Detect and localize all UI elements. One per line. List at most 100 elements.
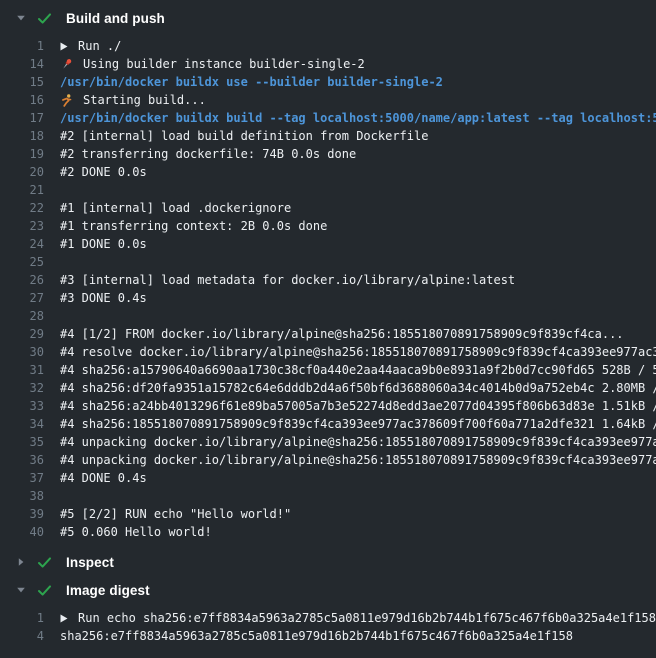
section-title: Build and push <box>66 11 165 26</box>
log-line: 26 #3 [internal] load metadata for docker… <box>0 271 656 289</box>
line-number[interactable]: 21 <box>0 181 44 199</box>
log-text: Starting build... <box>83 91 206 109</box>
log-output-text: Run ./ <box>60 37 656 55</box>
log-line: 34#4 sha256:185518070891758909c9f839cf4c… <box>0 415 656 433</box>
log-text: #4 DONE 0.4s <box>60 469 147 487</box>
section-build-and-push: Build and push 1 Run ./ 14 Using builder ins… <box>0 0 656 548</box>
line-number[interactable]: 32 <box>0 379 44 397</box>
log-output-text: #4 sha256:df20fa9351a15782c64e6dddb2d4a6… <box>60 379 656 397</box>
line-number[interactable]: 19 <box>0 145 44 163</box>
pushpin-icon <box>60 58 74 71</box>
log-output-text: #2 DONE 0.0s <box>60 163 656 181</box>
log-text: #2 transferring dockerfile: 74B 0.0s don… <box>60 145 356 163</box>
log-text: #2 [internal] load build definition from… <box>60 127 428 145</box>
log-line: 35 #4 unpacking docker.io/library/alpine@… <box>0 433 656 451</box>
section-image-digest: Image digest 1Run echo sha256:e7ff8834a59… <box>0 576 656 652</box>
line-number[interactable]: 18 <box>0 127 44 145</box>
check-success-icon <box>37 11 52 26</box>
play-icon[interactable] <box>60 42 68 51</box>
log-line: 18 #2 [internal] load build definition fr… <box>0 127 656 145</box>
log-command-text: /usr/bin/docker buildx use --builder bui… <box>60 73 656 91</box>
line-number[interactable]: 1 <box>0 37 44 55</box>
log-output-text: #5 [2/2] RUN echo "Hello world!" <box>60 505 656 523</box>
chevron-down-icon <box>16 585 26 595</box>
line-number[interactable]: 36 <box>0 451 44 469</box>
line-number[interactable]: 26 <box>0 271 44 289</box>
line-number[interactable]: 23 <box>0 217 44 235</box>
line-number[interactable]: 20 <box>0 163 44 181</box>
log-output-text <box>60 253 656 271</box>
log-output-text <box>60 181 656 199</box>
log-line: 23#1 transferring context: 2B 0.0s done <box>0 217 656 235</box>
section-title: Image digest <box>66 583 150 598</box>
log-line: 20 #2 DONE 0.0s <box>0 163 656 181</box>
log-text: /usr/bin/docker buildx build --tag local… <box>60 109 656 127</box>
log-output-text: #3 DONE 0.4s <box>60 289 656 307</box>
line-number[interactable]: 37 <box>0 469 44 487</box>
line-number[interactable]: 29 <box>0 325 44 343</box>
line-number[interactable]: 30 <box>0 343 44 361</box>
line-number[interactable]: 28 <box>0 307 44 325</box>
log-output-text: #4 sha256:a15790640a6690aa1730c38cf0a440… <box>60 361 656 379</box>
log-output-text: #2 [internal] load build definition from… <box>60 127 656 145</box>
log-text: #4 sha256:df20fa9351a15782c64e6dddb2d4a6… <box>60 379 656 397</box>
check-success-icon <box>37 583 52 598</box>
line-number[interactable]: 34 <box>0 415 44 433</box>
log-line: 36 #4 unpacking docker.io/library/alpine@… <box>0 451 656 469</box>
log-line: 30#4 resolve docker.io/library/alpine@sh… <box>0 343 656 361</box>
log-output-text: #1 DONE 0.0s <box>60 235 656 253</box>
play-icon[interactable] <box>60 614 68 623</box>
line-number[interactable]: 38 <box>0 487 44 505</box>
line-number[interactable]: 14 <box>0 55 44 73</box>
log-command-text: /usr/bin/docker buildx build --tag local… <box>60 109 656 127</box>
line-number[interactable]: 39 <box>0 505 44 523</box>
line-number[interactable]: 35 <box>0 433 44 451</box>
log-line: 38 <box>0 487 656 505</box>
log-output-text <box>60 307 656 325</box>
section-header-build-and-push[interactable]: Build and push <box>0 4 656 32</box>
log-text: Run ./ <box>78 37 121 55</box>
log-line: 16 Starting build... <box>0 91 656 109</box>
log-lines-image-digest: 1Run echo sha256:e7ff8834a5963a2785c5a08… <box>0 604 656 652</box>
log-line: 28 <box>0 307 656 325</box>
line-number[interactable]: 24 <box>0 235 44 253</box>
line-number[interactable]: 31 <box>0 361 44 379</box>
log-output-text: #4 unpacking docker.io/library/alpine@sh… <box>60 433 656 451</box>
check-success-icon <box>37 555 52 570</box>
line-number[interactable]: 40 <box>0 523 44 541</box>
section-header-inspect[interactable]: Inspect <box>0 548 656 576</box>
log-output-text: #3 [internal] load metadata for docker.i… <box>60 271 656 289</box>
log-text: #4 sha256:a15790640a6690aa1730c38cf0a440… <box>60 361 656 379</box>
line-number[interactable]: 16 <box>0 91 44 109</box>
line-number[interactable]: 25 <box>0 253 44 271</box>
log-line: 1 Run ./ <box>0 37 656 55</box>
log-text: #5 [2/2] RUN echo "Hello world!" <box>60 505 291 523</box>
log-line: 14 Using builder instance builder-single-… <box>0 55 656 73</box>
line-number[interactable]: 22 <box>0 199 44 217</box>
line-number[interactable]: 27 <box>0 289 44 307</box>
chevron-right-icon <box>16 557 26 567</box>
log-output-text: #4 sha256:a24bb4013296f61e89ba57005a7b3e… <box>60 397 656 415</box>
log-text: #3 DONE 0.4s <box>60 289 147 307</box>
line-number[interactable]: 33 <box>0 397 44 415</box>
line-number[interactable]: 4 <box>0 627 44 645</box>
chevron-down-icon <box>16 13 26 23</box>
log-output-text: sha256:e7ff8834a5963a2785c5a0811e979d16b… <box>60 627 656 645</box>
log-output-text: Using builder instance builder-single-2 <box>60 55 656 73</box>
section-title: Inspect <box>66 555 114 570</box>
workflow-log-viewer: Build and push1Run ./14Using builder ins… <box>0 0 656 658</box>
line-number[interactable]: 1 <box>0 609 44 627</box>
log-line: 24 #1 DONE 0.0s <box>0 235 656 253</box>
log-line: 25 <box>0 253 656 271</box>
log-line: 19 #2 transferring dockerfile: 74B 0.0s d… <box>0 145 656 163</box>
line-number[interactable]: 17 <box>0 109 44 127</box>
section-inspect: Inspect <box>0 548 656 576</box>
log-output-text <box>60 487 656 505</box>
log-text: #4 sha256:a24bb4013296f61e89ba57005a7b3e… <box>60 397 656 415</box>
line-number[interactable]: 15 <box>0 73 44 91</box>
log-line: 31 #4 sha256:a15790640a6690aa1730c38cf0a4… <box>0 361 656 379</box>
log-line: 37 #4 DONE 0.4s <box>0 469 656 487</box>
log-text: #1 [internal] load .dockerignore <box>60 199 291 217</box>
section-header-image-digest[interactable]: Image digest <box>0 576 656 604</box>
log-output-text: #4 unpacking docker.io/library/alpine@sh… <box>60 451 656 469</box>
